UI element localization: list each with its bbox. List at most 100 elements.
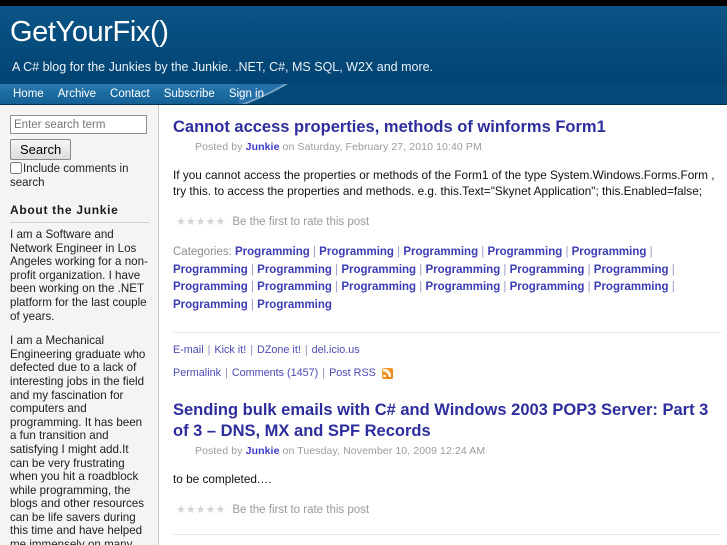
category-separator: | bbox=[668, 263, 675, 276]
share-email-link[interactable]: E-mail bbox=[173, 344, 204, 356]
post-share-block: E-mail| Kick it!| DZone it!| del.icio.us… bbox=[173, 332, 721, 379]
post-meta: Posted by Junkie on Saturday, February 2… bbox=[195, 141, 721, 153]
category-link[interactable]: Programming bbox=[425, 264, 500, 276]
category-link[interactable]: Programming bbox=[173, 299, 248, 311]
category-link[interactable]: Programming bbox=[510, 264, 585, 276]
rss-icon[interactable] bbox=[381, 367, 393, 379]
category-separator: | bbox=[584, 281, 591, 293]
include-comments-checkbox[interactable] bbox=[10, 162, 22, 174]
share-links-row: E-mail | Kick it! | DZone it! | del.icio.us bbox=[173, 344, 721, 356]
site-title: GetYourFix() bbox=[10, 16, 169, 48]
about-paragraph-1: I am a Software and Network Engineer in … bbox=[10, 228, 148, 323]
categories-list: Programming | Programming | Programming … bbox=[173, 246, 675, 311]
sidebar: Search Include comments in search About … bbox=[0, 105, 159, 545]
comments-link[interactable]: Comments (1457) bbox=[232, 367, 318, 379]
include-comments-row: Include comments in search bbox=[10, 162, 149, 190]
post-body: to be completed.… bbox=[173, 472, 273, 486]
category-link[interactable]: Programming bbox=[257, 264, 332, 276]
post-date: Tuesday, November 10, 2009 12:24 AM bbox=[297, 445, 486, 457]
nav-items: Home Archive Contact Subscribe Sign in bbox=[0, 84, 271, 104]
nav-item-signin[interactable]: Sign in bbox=[222, 84, 271, 104]
post-title-link[interactable]: Cannot access properties, methods of win… bbox=[173, 117, 721, 138]
category-separator: | bbox=[309, 246, 316, 258]
blog-post: Cannot access properties, methods of win… bbox=[173, 117, 721, 379]
category-link[interactable]: Programming bbox=[594, 264, 669, 276]
about-paragraph-2: I am a Mechanical Engineering graduate w… bbox=[10, 334, 146, 545]
post-rating: ★★★★★ Be the first to rate this post bbox=[176, 503, 721, 517]
category-link[interactable]: Programming bbox=[510, 281, 585, 293]
separator: | bbox=[207, 344, 211, 356]
post-footer-links-row: Permalink | Comments (1457) | Post RSS bbox=[173, 367, 721, 379]
category-link[interactable]: Programming bbox=[173, 264, 248, 276]
search-input[interactable] bbox=[10, 115, 147, 134]
category-separator: | bbox=[668, 281, 675, 293]
separator: | bbox=[304, 344, 308, 356]
category-separator: | bbox=[646, 246, 653, 258]
category-link[interactable]: Programming bbox=[257, 299, 332, 311]
post-title-link[interactable]: Sending bulk emails with C# and Windows … bbox=[173, 400, 721, 442]
separator: | bbox=[322, 367, 326, 379]
rating-stars[interactable]: ★★★★★ bbox=[176, 503, 225, 516]
category-separator: | bbox=[247, 281, 254, 293]
category-separator: | bbox=[500, 281, 507, 293]
category-link[interactable]: Programming bbox=[257, 281, 332, 293]
post-meta-prefix: Posted by bbox=[195, 141, 243, 153]
category-separator: | bbox=[416, 263, 423, 276]
nav-item-subscribe[interactable]: Subscribe bbox=[157, 84, 222, 104]
blog-post: Sending bulk emails with C# and Windows … bbox=[173, 400, 721, 545]
nav-item-contact[interactable]: Contact bbox=[103, 84, 157, 104]
category-link[interactable]: Programming bbox=[425, 281, 500, 293]
page-body: Search Include comments in search About … bbox=[0, 105, 727, 545]
category-separator: | bbox=[416, 281, 423, 293]
post-meta-middle: on bbox=[282, 445, 295, 457]
category-link[interactable]: Programming bbox=[173, 281, 248, 293]
about-heading: About the Junkie bbox=[10, 203, 149, 223]
post-meta-middle: on bbox=[282, 141, 295, 153]
share-dzone-link[interactable]: DZone it! bbox=[257, 344, 301, 356]
nav-item-home[interactable]: Home bbox=[6, 84, 51, 104]
include-comments-label: Include comments in search bbox=[10, 163, 129, 189]
nav-item-archive[interactable]: Archive bbox=[51, 84, 103, 104]
category-separator: | bbox=[500, 263, 507, 276]
post-divider bbox=[173, 390, 721, 400]
search-button[interactable]: Search bbox=[10, 139, 72, 160]
permalink-link[interactable]: Permalink bbox=[173, 367, 221, 379]
category-link[interactable]: Programming bbox=[319, 246, 394, 258]
category-separator: | bbox=[562, 246, 569, 258]
category-separator: | bbox=[331, 281, 339, 293]
site-header: GetYourFix() A C# blog for the Junkies b… bbox=[0, 6, 727, 84]
main-navigation: Home Archive Contact Subscribe Sign in bbox=[0, 84, 727, 105]
main-content: Cannot access properties, methods of win… bbox=[159, 105, 727, 545]
share-kickit-link[interactable]: Kick it! bbox=[214, 344, 246, 356]
rating-text: Be the first to rate this post bbox=[232, 215, 370, 228]
rating-stars[interactable]: ★★★★★ bbox=[176, 215, 225, 228]
rating-text: Be the first to rate this post bbox=[232, 503, 370, 516]
post-body: If you cannot access the properties or m… bbox=[173, 168, 715, 198]
category-link[interactable]: Programming bbox=[594, 281, 669, 293]
post-meta-prefix: Posted by bbox=[195, 445, 243, 457]
post-categories: Categories: Programming | Programming | … bbox=[173, 244, 721, 314]
post-meta: Posted by Junkie on Tuesday, November 10… bbox=[195, 445, 721, 457]
category-link[interactable]: Programming bbox=[572, 246, 647, 258]
category-separator: | bbox=[478, 246, 485, 258]
category-separator: | bbox=[584, 263, 591, 276]
category-link[interactable]: Programming bbox=[341, 264, 416, 276]
category-separator: | bbox=[393, 246, 401, 258]
category-link[interactable]: Programming bbox=[403, 246, 478, 258]
separator: | bbox=[225, 367, 228, 379]
share-delicious-link[interactable]: del.icio.us bbox=[312, 344, 360, 356]
post-share-block: E-mail| Kick it!| DZone it!| del.icio.us… bbox=[173, 534, 721, 545]
post-author-link[interactable]: Junkie bbox=[246, 445, 280, 457]
category-link[interactable]: Programming bbox=[341, 281, 416, 293]
categories-label: Categories: bbox=[173, 246, 232, 258]
separator: | bbox=[250, 344, 254, 356]
site-tagline: A C# blog for the Junkies by the Junkie.… bbox=[12, 60, 434, 74]
category-link[interactable]: Programming bbox=[487, 246, 562, 258]
category-link[interactable]: Programming bbox=[235, 246, 310, 258]
category-separator: | bbox=[331, 263, 339, 276]
category-separator: | bbox=[247, 298, 254, 311]
post-rss-link[interactable]: Post RSS bbox=[329, 367, 376, 379]
post-date: Saturday, February 27, 2010 10:40 PM bbox=[297, 141, 482, 153]
post-author-link[interactable]: Junkie bbox=[246, 141, 280, 153]
post-rating: ★★★★★ Be the first to rate this post bbox=[176, 215, 721, 229]
